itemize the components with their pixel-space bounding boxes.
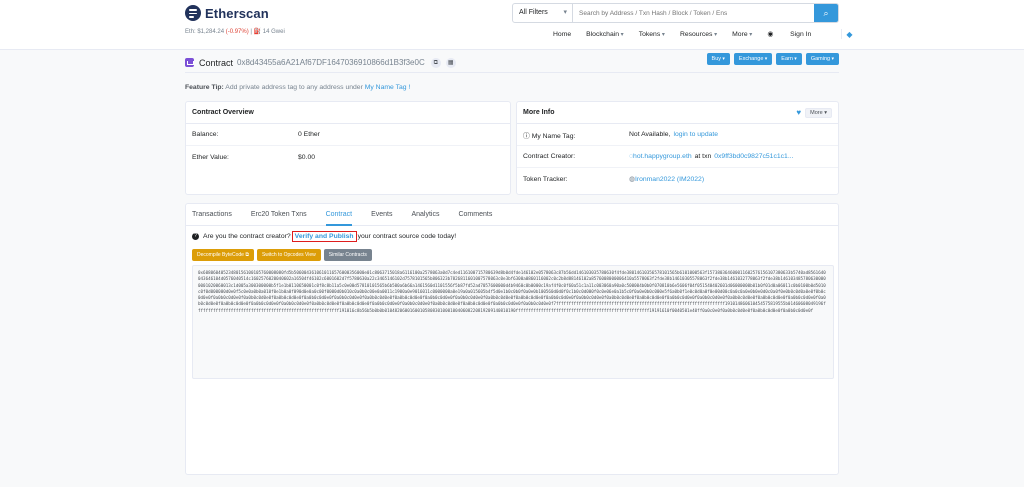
eth-price: Eth: $1,284.24 (-0.97%) | ⛽ 14 Gwei — [185, 28, 285, 35]
more-info-card: More Info ♥ More ▾ ⓘ My Name Tag: Not Av… — [516, 101, 839, 195]
name-tag-row: ⓘ My Name Tag: Not Available, login to u… — [517, 124, 838, 146]
feature-tip-text: Add private address tag to any address u… — [225, 84, 363, 91]
tab-events[interactable]: Events — [371, 204, 392, 226]
bytecode-buttons: Decompile ByteCode ⧉ Switch to Opcodes V… — [192, 249, 375, 261]
earn-button[interactable]: Earn — [776, 53, 802, 65]
more-info-header: More Info ♥ More ▾ — [517, 102, 838, 124]
ether-value: $0.00 — [298, 153, 316, 161]
tab-transactions[interactable]: Transactions — [192, 204, 232, 226]
nav-blockchain[interactable]: Blockchain — [586, 31, 624, 38]
more-info-title: More Info — [523, 109, 555, 116]
contract-address: 0x8d43455a6A21Af67DF1647036910866d1B3f3e… — [237, 58, 425, 67]
feature-tip-label: Feature Tip: — [185, 84, 224, 91]
nav-resources[interactable]: Resources — [680, 31, 717, 38]
top-header: Etherscan Eth: $1,284.24 (-0.97%) | ⛽ 14… — [0, 0, 1024, 50]
verify-notice-pre: Are you the contract creator? — [203, 233, 291, 240]
gas-pump-icon: | ⛽ — [250, 29, 262, 35]
balance-value: 0 Ether — [298, 131, 320, 138]
ether-value-label: Ether Value: — [192, 153, 229, 161]
switch-to-opcodes-button[interactable]: Switch to Opcodes View — [256, 249, 321, 261]
favorite-heart-icon[interactable]: ♥ — [796, 108, 801, 117]
creator-txn-link[interactable]: 0x9ff3bd0c9827c51c1c1... — [714, 153, 793, 160]
contract-overview-title: Contract Overview — [186, 102, 510, 124]
eth-price-change: (-0.97%) — [225, 29, 249, 35]
nav-tokens[interactable]: Tokens — [639, 31, 665, 38]
tab-comments[interactable]: Comments — [458, 204, 492, 226]
question-circle-icon: ? — [192, 233, 199, 240]
user-icon: ◉ — [767, 31, 776, 38]
tab-bar: Transactions Erc20 Token Txns Contract E… — [186, 204, 838, 226]
search-button[interactable]: ⌕ — [814, 4, 838, 22]
copy-icon[interactable]: ⧉ — [430, 57, 441, 68]
verify-and-publish-link[interactable]: Verify and Publish — [291, 231, 357, 242]
feature-tip: Feature Tip: Add private address tag to … — [185, 84, 410, 91]
similar-contracts-button[interactable]: Similar Contracts — [323, 249, 372, 261]
gaming-button[interactable]: Gaming — [805, 53, 839, 65]
search-icon: ⌕ — [823, 8, 829, 18]
search-input[interactable] — [573, 4, 814, 22]
tab-analytics[interactable]: Analytics — [411, 204, 439, 226]
token-tracker-row: Token Tracker: ◍ Ironman2022 (IM2022) — [517, 168, 838, 190]
tab-contract[interactable]: Contract — [325, 204, 353, 226]
question-icon: ⓘ — [523, 132, 532, 140]
etherscan-logo-icon — [185, 5, 201, 21]
etherscan-logo[interactable]: Etherscan — [185, 5, 269, 21]
balance-row: Balance: 0 Ether — [186, 124, 510, 146]
tab-erc20-token-txns[interactable]: Erc20 Token Txns — [251, 204, 307, 226]
contract-creator-row: Contract Creator: ◌ hot.happygroup.eth a… — [517, 146, 838, 168]
my-name-tag-link[interactable]: My Name Tag ! — [365, 84, 411, 91]
decompile-bytecode-button[interactable]: Decompile ByteCode ⧉ — [192, 249, 254, 261]
balance-label: Balance: — [192, 131, 219, 138]
name-tag-label: ⓘ My Name Tag: — [523, 130, 629, 140]
header-action-buttons: Buy Exchange Earn Gaming — [703, 53, 839, 65]
signin-label: Sign In — [790, 31, 812, 38]
eth-price-label: Eth: $1,284.24 — [185, 29, 225, 35]
buy-button[interactable]: Buy — [706, 53, 730, 65]
gas-price: 14 Gwei — [262, 29, 285, 35]
search-bar: All Filters ⌕ — [512, 3, 839, 23]
name-tag-label-text: My Name Tag: — [531, 132, 576, 140]
external-link-icon: ⧉ — [245, 252, 249, 258]
name-tag-value: Not Available, — [629, 131, 671, 138]
qr-code-icon[interactable]: ▦ — [445, 57, 456, 68]
nav-home[interactable]: Home — [553, 31, 571, 38]
more-dropdown-button[interactable]: More ▾ — [805, 107, 832, 118]
bytecode-box[interactable]: 0x60806040523480156100105760008080fd5b50… — [192, 265, 834, 379]
verify-notice-post: your contract source code today! — [357, 233, 457, 240]
decompile-bytecode-label: Decompile ByteCode — [197, 252, 244, 258]
token-tracker-link[interactable]: Ironman2022 (IM2022) — [635, 176, 704, 183]
more-dropdown-label: More — [810, 109, 823, 116]
nav-signin[interactable]: ◉ Sign In — [767, 30, 826, 38]
verify-notice: ? Are you the contract creator? Verify a… — [192, 231, 456, 242]
search-filter-select[interactable]: All Filters — [513, 4, 573, 22]
login-to-update-link[interactable]: login to update — [673, 131, 718, 138]
token-tracker-label: Token Tracker: — [523, 175, 568, 183]
creator-at-text: at txn — [694, 153, 712, 160]
more-info-actions: ♥ More ▾ — [796, 107, 832, 118]
exchange-button[interactable]: Exchange — [733, 53, 773, 65]
page-title: Contract — [199, 57, 234, 68]
creator-address-link[interactable]: hot.happygroup.eth — [633, 153, 692, 160]
contract-creator-label: Contract Creator: — [523, 153, 576, 160]
contract-icon — [185, 58, 194, 67]
nav-more[interactable]: More — [732, 31, 752, 38]
nav-divider — [841, 29, 843, 39]
contract-overview-card: Contract Overview Balance: 0 Ether Ether… — [185, 101, 511, 195]
contract-tabs-card: Transactions Erc20 Token Txns Contract E… — [185, 203, 839, 475]
main-nav: Home Blockchain Tokens Resources More ◉ … — [553, 29, 867, 39]
ethereum-network-icon[interactable]: ◆ — [846, 30, 852, 39]
brand-name: Etherscan — [205, 5, 269, 21]
ether-value-row: Ether Value: $0.00 — [186, 146, 510, 168]
